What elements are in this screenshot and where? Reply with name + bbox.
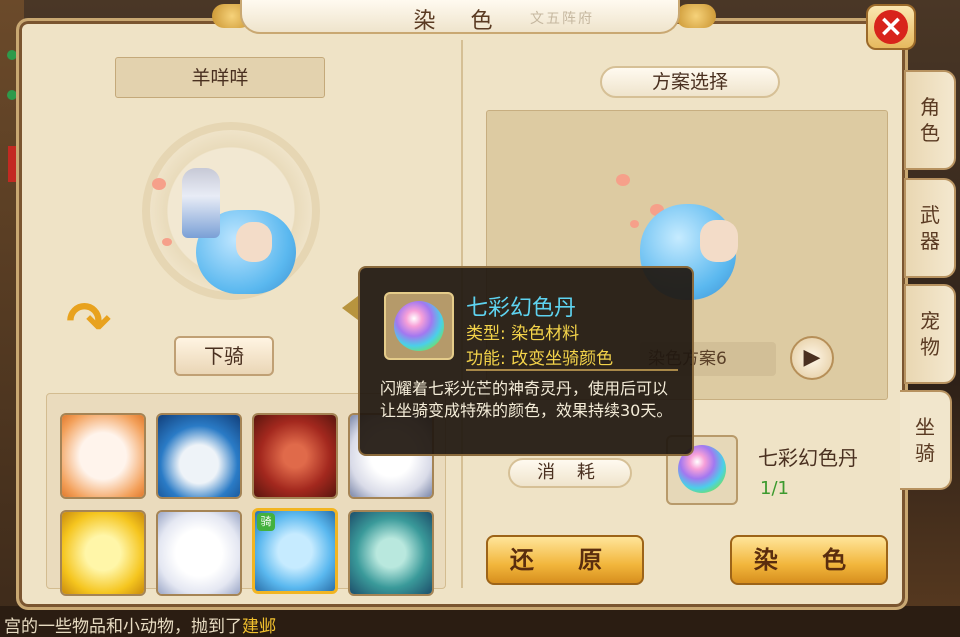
mount-portrait <box>350 512 432 594</box>
mount-slot-sheep-selected[interactable]: 骑 <box>252 508 338 594</box>
chat-highlight[interactable]: 建邺 <box>242 617 276 637</box>
tooltip-item-type: 类型: 染色材料 <box>466 324 580 344</box>
tab-label: 坐骑 <box>915 415 935 465</box>
mount-slot-crab[interactable] <box>252 413 338 499</box>
tab-label: 武器 <box>920 203 940 253</box>
mount-name-label: 羊咩咩 <box>115 57 325 98</box>
tab-pet[interactable]: 宠物 <box>904 284 956 384</box>
close-icon[interactable]: × <box>874 10 908 44</box>
consume-item-count: 1/1 <box>760 478 789 499</box>
chat-text: 宫的一些物品和小动物，抛到了 <box>4 617 242 637</box>
next-arrow-icon[interactable]: ▶ <box>790 336 834 380</box>
tooltip-item-name: 七彩幻色丹 <box>466 296 577 321</box>
tooltip-description: 闪耀着七彩光芒的神奇灵丹，使用后可以让坐骑变成特殊的颜色，效果持续30天。 <box>380 379 673 420</box>
mount-portrait <box>158 415 240 497</box>
mount-portrait <box>62 512 144 594</box>
scheme-select-label: 方案选择 <box>600 66 780 98</box>
consume-label: 消 耗 <box>508 458 632 488</box>
consume-item-name: 七彩幻色丹 <box>758 446 858 470</box>
mount-slot-snow-cat[interactable] <box>156 510 242 596</box>
mount-slot-penguin[interactable] <box>156 413 242 499</box>
title-decoration-text: 文五阵府 <box>530 11 594 27</box>
preview-sheep-head <box>700 220 738 262</box>
tooltip-item-function: 功能: 改变坐骑颜色 <box>466 349 614 369</box>
tooltip-divider <box>466 369 678 371</box>
mount-sheep-head <box>236 222 272 262</box>
dye-button[interactable]: 染 色 <box>730 535 888 585</box>
mount-portrait <box>158 512 240 594</box>
title-ornament-right <box>676 4 716 28</box>
tab-character[interactable]: 角色 <box>904 70 956 170</box>
sparkle-heart <box>152 178 166 190</box>
mount-slot-dragon[interactable] <box>348 510 434 596</box>
window-title: 染 色 <box>413 9 507 34</box>
ornament-tassel <box>8 146 16 182</box>
tooltip-item-icon <box>384 292 454 360</box>
sparkle-heart <box>162 238 172 246</box>
restore-button[interactable]: 还 原 <box>486 535 644 585</box>
close-button[interactable]: × <box>866 4 916 50</box>
mount-slot-fox[interactable] <box>60 413 146 499</box>
tab-label: 角色 <box>920 95 940 145</box>
tab-mount[interactable]: 坐骑 <box>900 390 952 490</box>
rainbow-orb-icon <box>394 301 444 351</box>
tooltip-pointer <box>342 296 358 320</box>
tab-weapon[interactable]: 武器 <box>904 178 956 278</box>
chat-message: 宫的一些物品和小动物，抛到了建邺 <box>4 612 276 637</box>
dismount-button[interactable]: 下骑 <box>174 336 274 376</box>
riding-tag-icon: 骑 <box>257 513 275 531</box>
tab-label: 宠物 <box>920 309 940 359</box>
sparkle-heart <box>630 220 639 228</box>
mount-slot-chick[interactable] <box>60 510 146 596</box>
rotate-icon[interactable]: ↷ <box>66 292 112 358</box>
mount-portrait <box>254 415 336 497</box>
rider-character-model <box>182 168 220 238</box>
sparkle-heart <box>616 174 630 186</box>
mount-portrait <box>62 415 144 497</box>
